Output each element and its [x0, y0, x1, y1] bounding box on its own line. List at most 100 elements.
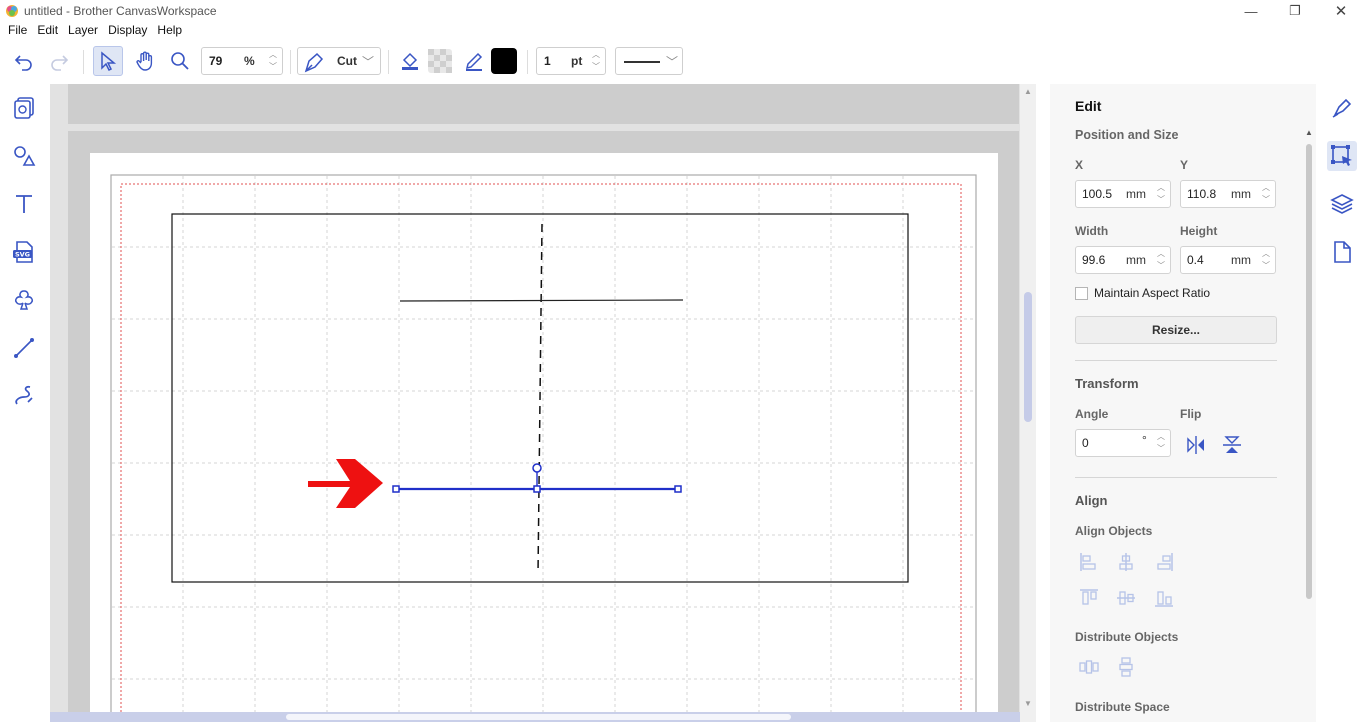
scroll-up-arrow-icon[interactable]: ▲: [1024, 88, 1032, 96]
align-top-icon: [1080, 589, 1098, 605]
align-objects-label: Align Objects: [1075, 524, 1153, 538]
pencil-icon: [465, 52, 483, 71]
y-stepper[interactable]: ︿ ﹀: [1259, 183, 1273, 205]
panel-scrollbar[interactable]: ▲: [1304, 128, 1314, 722]
distribute-objects-label: Distribute Objects: [1075, 630, 1179, 644]
window-title: untitled - Brother CanvasWorkspace: [24, 4, 217, 18]
pointer-icon: [101, 51, 117, 72]
menu-help[interactable]: Help: [157, 22, 182, 40]
cut-mode-select[interactable]: Cut ﹀: [297, 47, 381, 75]
x-label: X: [1075, 158, 1084, 172]
width-field[interactable]: 99.6 mm ︿ ﹀: [1075, 246, 1171, 274]
width-stepper[interactable]: ︿ ﹀: [1154, 249, 1168, 271]
vertical-scroll-thumb[interactable]: [1024, 292, 1032, 422]
horizontal-scroll-thumb[interactable]: [286, 714, 791, 720]
zoom-unit: %: [244, 54, 255, 68]
canvas-area[interactable]: ▲ ▼: [50, 84, 1036, 722]
divider: [1075, 477, 1277, 478]
angle-stepper[interactable]: ︿ ﹀: [1154, 432, 1168, 454]
stroke-color-swatch[interactable]: [489, 46, 519, 76]
align-left-icon: [1080, 553, 1096, 571]
align-bottom-button[interactable]: [1153, 587, 1175, 609]
flip-horizontal-icon: [1187, 436, 1204, 454]
stroke-width-field[interactable]: 1 pt ︿ ﹀: [536, 47, 606, 75]
zoom-stepper[interactable]: ︿ ﹀: [266, 50, 280, 72]
x-field[interactable]: 100.5 mm ︿ ﹀: [1075, 180, 1171, 208]
scroll-down-arrow-icon[interactable]: ▼: [1024, 700, 1032, 708]
angle-label: Angle: [1075, 407, 1109, 421]
height-field[interactable]: 0.4 mm ︿ ﹀: [1180, 246, 1276, 274]
page-tab[interactable]: [1327, 237, 1357, 267]
panel-scroll-up-icon[interactable]: ▲: [1305, 128, 1313, 137]
stroke-button[interactable]: [459, 46, 489, 76]
text-tool-button[interactable]: [9, 189, 39, 219]
fill-color-swatch[interactable]: [425, 46, 455, 76]
distribute-space-label: Distribute Space: [1075, 700, 1170, 714]
width-label: Width: [1075, 224, 1109, 238]
align-top-button[interactable]: [1078, 587, 1100, 609]
distribute-horizontal-icon: [1079, 660, 1099, 674]
canvas-drawing[interactable]: [50, 84, 1036, 722]
line-style-select[interactable]: ﹀: [615, 47, 683, 75]
menu-layer[interactable]: Layer: [68, 22, 98, 40]
y-label: Y: [1180, 158, 1189, 172]
zoom-tool-button[interactable]: [165, 46, 195, 76]
shapes-icon: [14, 146, 36, 166]
align-center-button[interactable]: [1115, 551, 1137, 573]
fill-button[interactable]: [395, 46, 425, 76]
svg-import-button[interactable]: SVG: [9, 237, 39, 267]
maximize-button[interactable]: ❐: [1272, 0, 1318, 22]
selection-handle-left: [392, 485, 400, 493]
vertical-scrollbar[interactable]: ▲ ▼: [1020, 84, 1036, 722]
select-tool-button[interactable]: [93, 46, 123, 76]
magnifier-icon: [171, 52, 189, 70]
edit-tab[interactable]: [1327, 93, 1357, 123]
menu-edit[interactable]: Edit: [37, 22, 58, 40]
distribute-vertical-button[interactable]: [1115, 656, 1137, 678]
redo-button[interactable]: [44, 46, 74, 76]
minimize-icon: —: [1244, 3, 1258, 19]
distribute-horizontal-button[interactable]: [1078, 656, 1100, 678]
panel-scroll-thumb[interactable]: [1306, 144, 1312, 599]
resize-button[interactable]: Resize...: [1075, 316, 1277, 344]
align-middle-button[interactable]: [1115, 587, 1137, 609]
transform-select-tab[interactable]: [1327, 141, 1357, 171]
angle-field[interactable]: 0 ° ︿ ﹀: [1075, 429, 1171, 457]
align-right-button[interactable]: [1153, 551, 1175, 573]
fill-bucket-icon: [402, 52, 418, 70]
x-stepper[interactable]: ︿ ﹀: [1154, 183, 1168, 205]
toolbar-separator: [388, 50, 389, 74]
right-tab-bar: [1318, 84, 1366, 722]
zoom-field[interactable]: 79 % ︿ ﹀: [201, 47, 283, 75]
align-left-button[interactable]: [1078, 551, 1100, 573]
selection-handle-center: [533, 485, 541, 493]
aspect-ratio-checkbox[interactable]: [1075, 287, 1088, 300]
flip-vertical-button[interactable]: [1221, 434, 1243, 456]
flip-horizontal-button[interactable]: [1185, 434, 1207, 456]
toolbar-separator: [527, 50, 528, 74]
pan-tool-button[interactable]: [130, 46, 160, 76]
menu-display[interactable]: Display: [108, 22, 147, 40]
y-field[interactable]: 110.8 mm ︿ ﹀: [1180, 180, 1276, 208]
height-stepper[interactable]: ︿ ﹀: [1259, 249, 1273, 271]
freehand-tool-button[interactable]: [9, 381, 39, 411]
minimize-button[interactable]: —: [1228, 0, 1274, 22]
chevron-down-icon: ﹀: [666, 55, 679, 69]
redo-icon: [51, 55, 69, 71]
undo-button[interactable]: [9, 46, 39, 76]
pattern-library-button[interactable]: [9, 93, 39, 123]
svg-import-icon: SVG: [13, 241, 33, 263]
align-middle-icon: [1117, 591, 1135, 605]
app-logo-icon: [6, 5, 18, 17]
align-right-icon: [1157, 553, 1173, 571]
shapes-button[interactable]: [9, 141, 39, 171]
menu-file[interactable]: File: [8, 22, 27, 40]
stroke-color-fill: [491, 48, 517, 74]
close-button[interactable]: ✕: [1318, 0, 1364, 22]
line-tool-button[interactable]: [9, 333, 39, 363]
stroke-width-stepper[interactable]: ︿ ﹀: [589, 50, 603, 72]
layers-tab[interactable]: [1327, 189, 1357, 219]
image-trace-button[interactable]: [9, 285, 39, 315]
horizontal-scrollbar[interactable]: [50, 712, 1020, 722]
align-bottom-icon: [1155, 591, 1173, 607]
